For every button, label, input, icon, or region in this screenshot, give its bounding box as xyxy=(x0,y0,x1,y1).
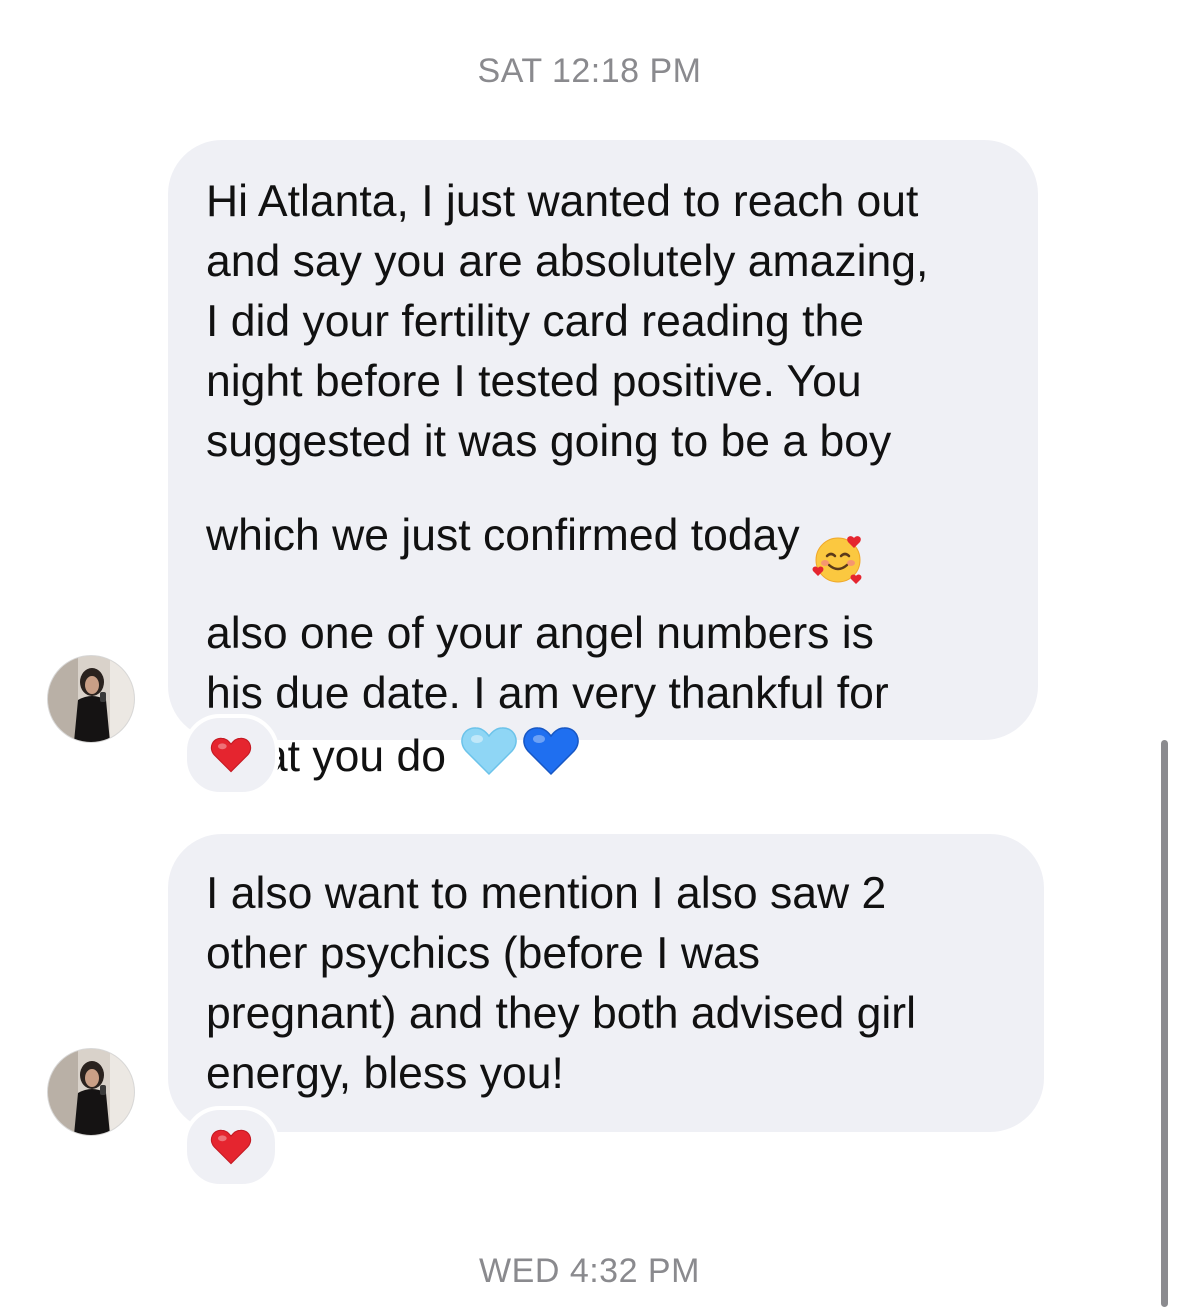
message-line: I did your fertility card reading the xyxy=(206,297,864,346)
message-line: which we just confirmed today xyxy=(206,510,800,560)
blue-heart-icon xyxy=(523,727,579,776)
red-heart-icon xyxy=(210,737,252,773)
message-line: pregnant) and they both advised girl xyxy=(206,989,917,1038)
message-line-with-emoji: which we just confirmed today xyxy=(206,472,1000,604)
chat-thread: SAT 12:18 PM Hi Atlanta, I just wanted t… xyxy=(0,0,1179,1307)
avatar-photo-icon xyxy=(48,1049,134,1135)
red-heart-icon xyxy=(210,1129,252,1165)
message-line: night before I tested positive. You xyxy=(206,357,862,406)
message-line-with-emoji: what you do xyxy=(206,724,1000,794)
message-line: Hi Atlanta, I just wanted to reach out xyxy=(206,177,919,226)
message-line: and say you are absolutely amazing, xyxy=(206,237,929,286)
message-line: other psychics (before I was xyxy=(206,929,761,978)
message-line: also one of your angel numbers is xyxy=(206,609,874,658)
smiling-face-with-hearts-icon xyxy=(810,472,866,604)
reaction-badge[interactable] xyxy=(183,714,279,796)
light-blue-heart-icon xyxy=(461,727,517,776)
message-line: I also want to mention I also saw 2 xyxy=(206,869,887,918)
timestamp-top: SAT 12:18 PM xyxy=(477,52,702,90)
message-bubble[interactable]: I also want to mention I also saw 2 othe… xyxy=(168,834,1044,1132)
message-line: suggested it was going to be a boy xyxy=(206,417,892,466)
avatar[interactable] xyxy=(47,655,135,743)
message-line: energy, bless you! xyxy=(206,1049,564,1098)
message-bubble[interactable]: Hi Atlanta, I just wanted to reach out a… xyxy=(168,140,1038,781)
avatar[interactable] xyxy=(47,1048,135,1136)
reaction-badge[interactable] xyxy=(183,1106,279,1188)
scrollbar[interactable] xyxy=(1161,740,1168,1307)
message-line: his due date. I am very thankful for xyxy=(206,669,889,718)
hearts-group xyxy=(460,724,584,794)
timestamp-bottom: WED 4:32 PM xyxy=(479,1252,700,1290)
avatar-photo-icon xyxy=(48,656,134,742)
